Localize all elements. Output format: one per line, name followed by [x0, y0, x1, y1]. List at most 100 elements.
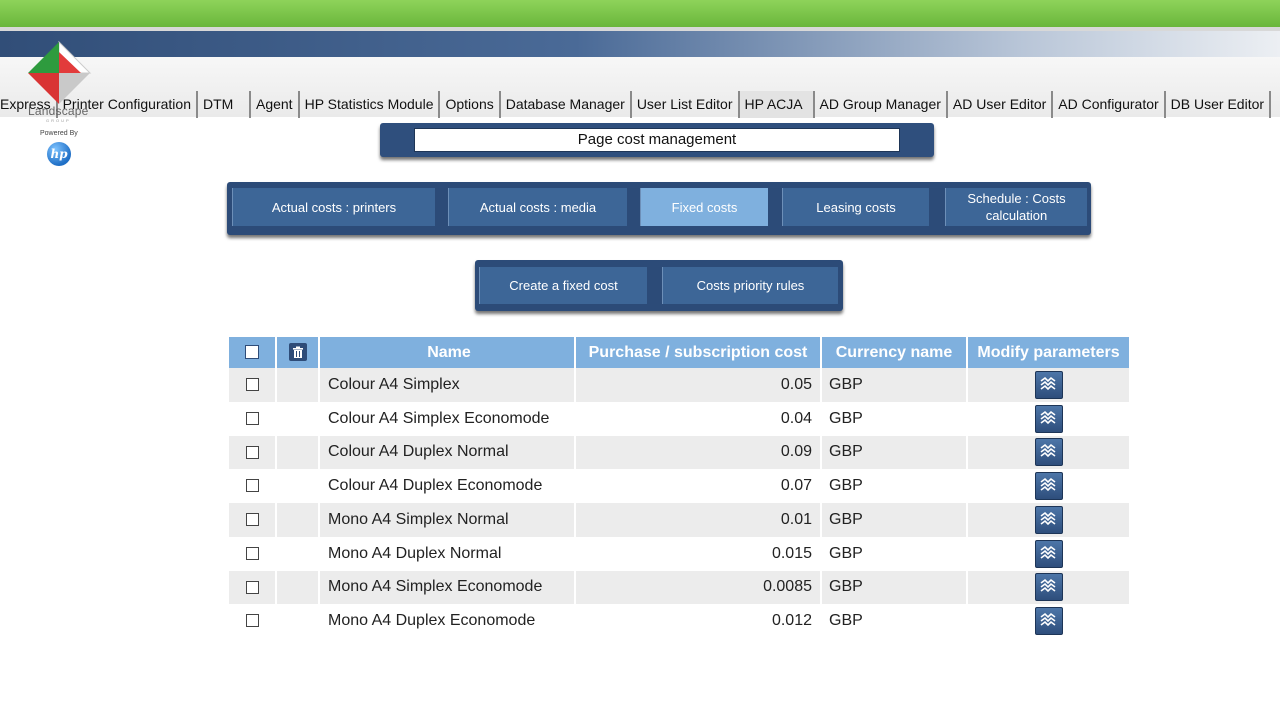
table-row: Colour A4 Simplex 0.05 GBP: [229, 368, 1131, 402]
table-row: Mono A4 Simplex Normal 0.01 GBP: [229, 503, 1131, 537]
powered-by-label: Powered By: [40, 130, 78, 137]
modify-parameters-icon[interactable]: [1034, 505, 1063, 534]
row-checkbox[interactable]: [245, 411, 259, 425]
modify-cell: [967, 604, 1131, 638]
currency-name: GBP: [821, 368, 968, 402]
row-checkbox[interactable]: [245, 614, 259, 628]
table-row: Colour A4 Duplex Economode 0.07 GBP: [229, 469, 1131, 503]
cost-name: Colour A4 Simplex: [319, 368, 576, 402]
hp-logo: hp: [47, 142, 71, 166]
modify-parameters-icon[interactable]: [1034, 472, 1063, 501]
nav-tab-ad-configurator[interactable]: AD Configurator: [1053, 91, 1166, 118]
row-select-cell: [229, 503, 277, 537]
cost-name: Colour A4 Duplex Normal: [319, 435, 576, 470]
modify-parameters-icon[interactable]: [1034, 607, 1063, 636]
row-delete-cell: [276, 435, 320, 470]
page-title: Page cost management: [414, 128, 900, 152]
column-header-modify: Modify parameters: [967, 337, 1131, 368]
action-buttons: Create a fixed cost Costs priority rules: [475, 260, 843, 311]
row-checkbox[interactable]: [245, 546, 259, 560]
page-title-frame: Page cost management: [380, 123, 934, 157]
nav-tab-dtm[interactable]: DTM: [198, 91, 251, 118]
nav-tab-user-list-editor[interactable]: User List Editor: [632, 91, 740, 118]
row-select-cell: [229, 604, 277, 638]
nav-tab-ad-group-manager[interactable]: AD Group Manager: [815, 91, 948, 118]
select-all-header: [229, 337, 277, 368]
top-green-bar: [0, 0, 1280, 28]
modify-cell: [967, 469, 1131, 503]
nav-tab-database-manager[interactable]: Database Manager: [501, 91, 632, 118]
landscape-logo-icon: [28, 40, 92, 104]
main-nav: Express Printer Configuration DTM Agent …: [0, 91, 1272, 118]
currency-name: GBP: [821, 401, 968, 436]
trash-icon[interactable]: [288, 343, 307, 362]
subtab-leasing-costs[interactable]: Leasing costs: [782, 188, 929, 226]
row-delete-cell: [276, 469, 320, 503]
currency-name: GBP: [821, 435, 968, 470]
column-header-currency: Currency name: [821, 337, 968, 368]
modify-cell: [967, 503, 1131, 537]
cost-value: 0.04: [575, 401, 822, 436]
row-checkbox[interactable]: [245, 513, 259, 527]
row-select-cell: [229, 469, 277, 503]
cost-value: 0.015: [575, 536, 822, 571]
modify-cell: [967, 401, 1131, 436]
costs-priority-rules-button[interactable]: Costs priority rules: [662, 267, 838, 304]
nav-tab-ad-user-editor[interactable]: AD User Editor: [948, 91, 1054, 118]
logo-name: Landscape: [28, 104, 89, 118]
modify-cell: [967, 536, 1131, 571]
modify-parameters-icon[interactable]: [1034, 370, 1063, 399]
nav-tab-db-user-editor[interactable]: DB User Editor: [1166, 91, 1272, 118]
table-row: Colour A4 Simplex Economode 0.04 GBP: [229, 401, 1131, 436]
nav-tab-agent[interactable]: Agent: [251, 91, 300, 118]
subtab-actual-costs-printers[interactable]: Actual costs : printers: [232, 188, 435, 226]
cost-name: Colour A4 Duplex Economode: [319, 469, 576, 503]
modify-parameters-icon[interactable]: [1034, 438, 1063, 467]
cost-value: 0.012: [575, 604, 822, 638]
row-select-cell: [229, 536, 277, 571]
row-checkbox[interactable]: [245, 445, 259, 459]
currency-name: GBP: [821, 570, 968, 605]
subtab-actual-costs-media[interactable]: Actual costs : media: [448, 188, 627, 226]
modify-parameters-icon[interactable]: [1034, 539, 1063, 568]
select-all-checkbox[interactable]: [245, 345, 259, 360]
create-fixed-cost-button[interactable]: Create a fixed cost: [479, 267, 647, 304]
row-select-cell: [229, 401, 277, 436]
cost-name: Mono A4 Simplex Economode: [319, 570, 576, 605]
cost-value: 0.07: [575, 469, 822, 503]
modify-cell: [967, 570, 1131, 605]
row-delete-cell: [276, 503, 320, 537]
row-delete-cell: [276, 401, 320, 436]
subtab-fixed-costs[interactable]: Fixed costs: [640, 188, 768, 226]
cost-value: 0.01: [575, 503, 822, 537]
currency-name: GBP: [821, 604, 968, 638]
modify-cell: [967, 368, 1131, 402]
currency-name: GBP: [821, 503, 968, 537]
cost-subtabs: Actual costs : printers Actual costs : m…: [227, 182, 1091, 235]
nav-tab-hp-acja[interactable]: HP ACJA: [739, 91, 815, 118]
currency-name: GBP: [821, 536, 968, 571]
subtab-schedule-costs-calculation[interactable]: Schedule : Costs calculation: [945, 188, 1087, 226]
cost-value: 0.09: [575, 435, 822, 470]
row-checkbox[interactable]: [245, 580, 259, 594]
nav-tab-options[interactable]: Options: [440, 91, 501, 118]
table-row: Mono A4 Simplex Economode 0.0085 GBP: [229, 570, 1131, 605]
column-header-cost: Purchase / subscription cost: [575, 337, 822, 368]
row-select-cell: [229, 570, 277, 605]
table-row: Colour A4 Duplex Normal 0.09 GBP: [229, 435, 1131, 470]
modify-parameters-icon[interactable]: [1034, 404, 1063, 433]
row-delete-cell: [276, 536, 320, 571]
row-checkbox[interactable]: [245, 378, 259, 392]
modify-parameters-icon[interactable]: [1034, 573, 1063, 602]
table-row: Mono A4 Duplex Economode 0.012 GBP: [229, 604, 1131, 638]
currency-name: GBP: [821, 469, 968, 503]
cost-name: Mono A4 Simplex Normal: [319, 503, 576, 537]
nav-tab-hp-statistics-module[interactable]: HP Statistics Module: [300, 91, 441, 118]
row-select-cell: [229, 435, 277, 470]
row-checkbox[interactable]: [245, 479, 259, 493]
cost-name: Colour A4 Simplex Economode: [319, 401, 576, 436]
column-header-name: Name: [319, 337, 576, 368]
cost-name: Mono A4 Duplex Economode: [319, 604, 576, 638]
row-delete-cell: [276, 604, 320, 638]
row-delete-cell: [276, 368, 320, 402]
